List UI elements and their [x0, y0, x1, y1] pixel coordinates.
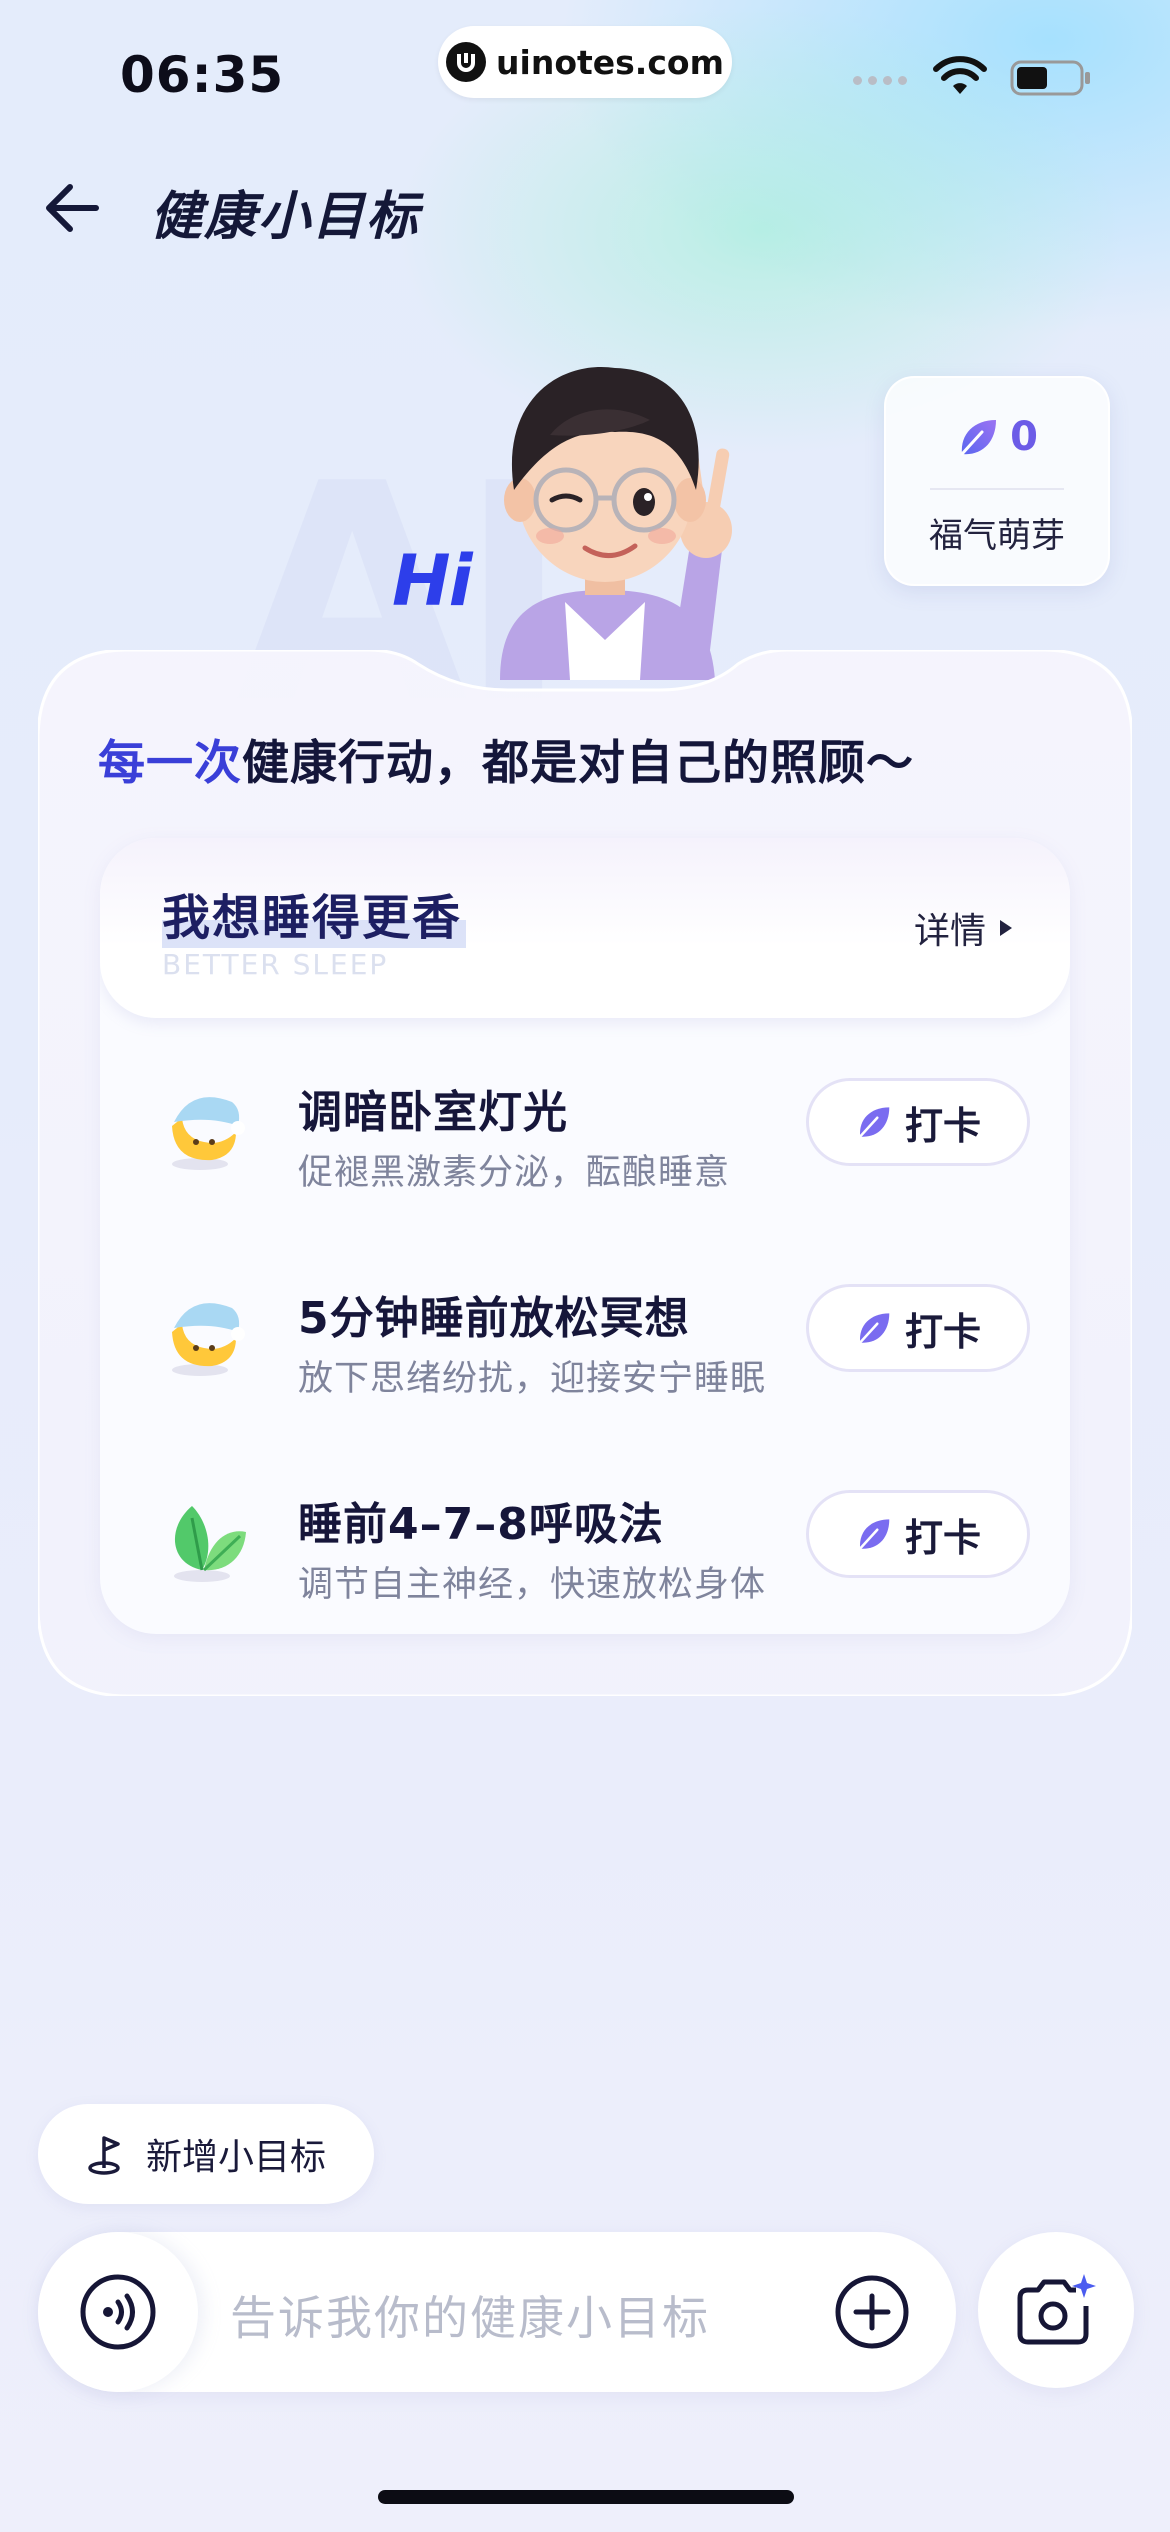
- points-divider: [930, 488, 1064, 490]
- url-text: uinotes.com: [496, 42, 724, 82]
- task-name: 调暗卧室灯光: [298, 1087, 568, 1138]
- goal-detail-link[interactable]: 详情: [914, 902, 1012, 954]
- task-name: 5分钟睡前放松冥想: [298, 1293, 690, 1344]
- camera-button[interactable]: [978, 2232, 1134, 2388]
- arrow-left-icon: [46, 184, 99, 232]
- leaf-icon: [174, 1506, 246, 1582]
- voice-button[interactable]: [38, 2232, 198, 2392]
- moon-sleep-icon: [172, 1303, 245, 1376]
- voice-icon: [80, 2274, 156, 2350]
- detail-label: 详情: [913, 911, 986, 952]
- checkin-button[interactable]: 打卡: [806, 1284, 1030, 1372]
- leaf-points-icon: [960, 420, 997, 456]
- camera-sparkle-icon: [1017, 2274, 1096, 2345]
- task-item: 睡前4–7–8呼吸法 调节自主神经，快速放松身体 打卡: [100, 1472, 1070, 1632]
- cellular-signal-icon: [853, 76, 907, 85]
- slogan-highlight: 每一次: [98, 736, 242, 791]
- leaf-icon: [858, 1313, 890, 1344]
- points-box[interactable]: 0 福气萌芽: [884, 376, 1110, 586]
- checkin-label: 打卡: [904, 1515, 981, 1560]
- points-label: 福气萌芽: [929, 516, 1065, 556]
- task-desc: 促褪黑激素分泌，酝酿睡意: [298, 1153, 731, 1193]
- home-indicator: [378, 2490, 794, 2504]
- task-name: 睡前4–7–8呼吸法: [298, 1499, 664, 1550]
- avatar-illustration: [500, 367, 732, 680]
- leaf-icon: [858, 1519, 890, 1550]
- caret-right-icon: [1000, 920, 1012, 936]
- slogan: 每一次健康行动，都是对自己的照顾～: [98, 724, 914, 793]
- goal-header: 我想睡得更香 BETTER SLEEP 详情: [100, 838, 1070, 1018]
- moon-sleep-icon: [172, 1097, 245, 1170]
- target-flag-icon: [88, 2136, 120, 2175]
- slogan-rest: 健康行动，都是对自己的照顾～: [242, 736, 914, 791]
- site-logo-icon: [446, 42, 487, 82]
- hi-greeting: Hi: [392, 540, 473, 622]
- checkin-button[interactable]: 打卡: [806, 1490, 1030, 1578]
- chat-input-bar: 告诉我你的健康小目标: [38, 2232, 956, 2392]
- checkin-button[interactable]: 打卡: [806, 1078, 1030, 1166]
- checkin-label: 打卡: [904, 1103, 981, 1148]
- add-button[interactable]: [834, 2274, 910, 2354]
- chat-input[interactable]: 告诉我你的健康小目标: [230, 2282, 710, 2348]
- goal-subtitle: BETTER SLEEP: [162, 948, 389, 981]
- battery-icon: [1010, 60, 1092, 100]
- status-time: 06:35: [120, 46, 285, 104]
- new-goal-label: 新增小目标: [145, 2137, 326, 2178]
- points-value: 0: [1010, 414, 1038, 460]
- url-pill: uinotes.com: [438, 26, 732, 98]
- task-desc: 放下思绪纷扰，迎接安宁睡眠: [298, 1359, 767, 1399]
- goal-title: 我想睡得更香: [162, 878, 467, 948]
- task-desc: 调节自主神经，快速放松身体: [298, 1565, 767, 1605]
- page-title: 健康小目标: [150, 187, 421, 247]
- goal-panel: 我想睡得更香 BETTER SLEEP 详情 调暗卧室灯光 促褪黑激素分泌，酝酿…: [100, 838, 1070, 1634]
- checkin-label: 打卡: [904, 1309, 981, 1354]
- task-item: 5分钟睡前放松冥想 放下思绪纷扰，迎接安宁睡眠 打卡: [100, 1266, 1070, 1426]
- wifi-icon: [932, 56, 988, 100]
- task-item: 调暗卧室灯光 促褪黑激素分泌，酝酿睡意 打卡: [100, 1060, 1070, 1220]
- leaf-icon: [858, 1107, 890, 1138]
- new-goal-button[interactable]: 新增小目标: [38, 2104, 374, 2204]
- plus-circle-icon: [835, 2275, 909, 2349]
- back-button[interactable]: [44, 178, 110, 238]
